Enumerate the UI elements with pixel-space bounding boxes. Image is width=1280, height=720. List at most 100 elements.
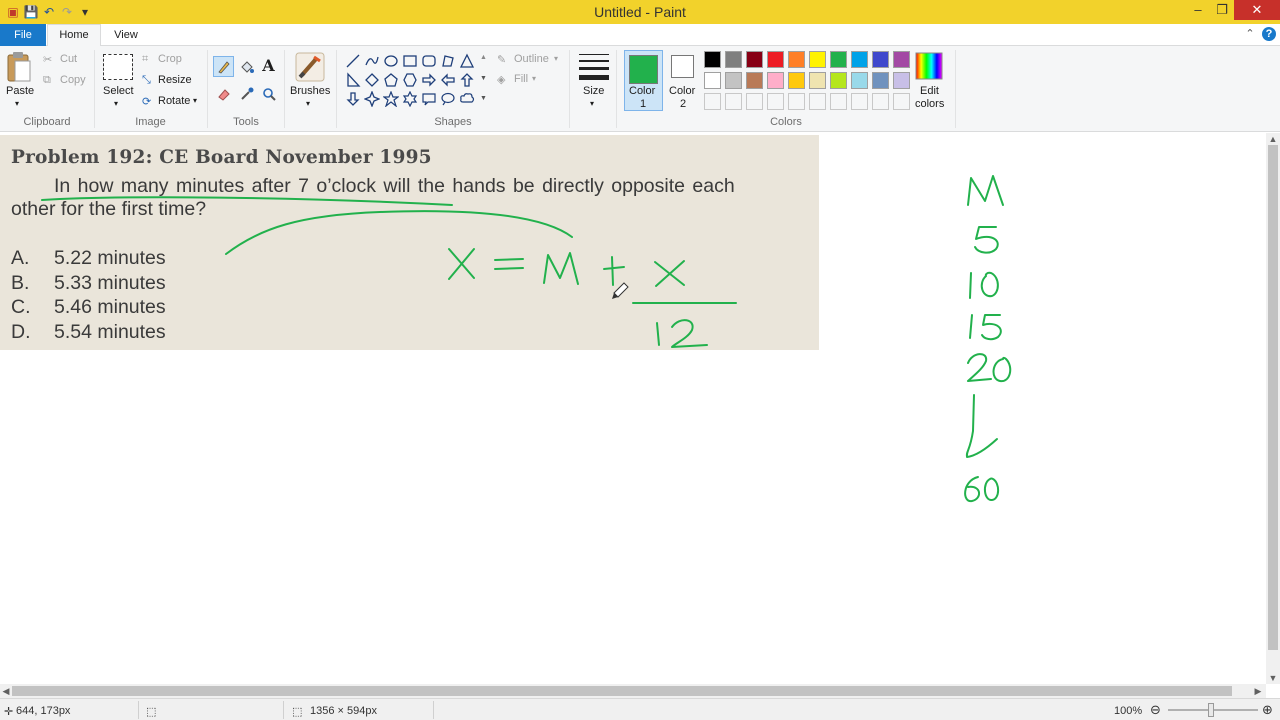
custom-color-slot[interactable] (767, 93, 784, 110)
fill-bucket-icon[interactable] (236, 56, 257, 77)
brushes-button[interactable]: Brushes (290, 85, 330, 97)
palette-color-swatch[interactable] (788, 51, 805, 68)
magnifier-icon[interactable] (258, 83, 279, 104)
cut-button[interactable]: Cut (60, 53, 77, 65)
size-dropdown-icon[interactable]: ▾ (590, 99, 594, 108)
cloud-callout-shape-icon[interactable] (458, 90, 476, 108)
fill-button[interactable]: Fill (514, 73, 528, 85)
right-arrow-shape-icon[interactable] (420, 71, 438, 89)
zoom-slider-thumb[interactable] (1208, 703, 1214, 717)
help-icon[interactable]: ? (1262, 27, 1276, 41)
down-arrow-shape-icon[interactable] (344, 90, 362, 108)
palette-color-swatch[interactable] (830, 51, 847, 68)
up-arrow-shape-icon[interactable] (458, 71, 476, 89)
pentagon-shape-icon[interactable] (382, 71, 400, 89)
copy-button[interactable]: Copy (60, 74, 86, 86)
custom-color-slot[interactable] (893, 93, 910, 110)
tab-home[interactable]: Home (47, 24, 101, 47)
minimize-ribbon-icon[interactable]: ⌃ (1243, 27, 1257, 41)
custom-color-slot[interactable] (809, 93, 826, 110)
palette-color-swatch[interactable] (788, 72, 805, 89)
custom-color-slot[interactable] (725, 93, 742, 110)
palette-color-swatch[interactable] (725, 72, 742, 89)
six-point-star-shape-icon[interactable] (401, 90, 419, 108)
palette-color-swatch[interactable] (767, 72, 784, 89)
rotate-dropdown-icon[interactable]: ▾ (193, 96, 197, 105)
paste-dropdown-icon[interactable]: ▾ (15, 99, 19, 108)
palette-color-swatch[interactable] (830, 72, 847, 89)
maximize-button[interactable]: ❐ (1207, 0, 1237, 20)
palette-color-swatch[interactable] (872, 72, 889, 89)
hexagon-shape-icon[interactable] (401, 71, 419, 89)
brushes-icon[interactable] (294, 51, 326, 83)
palette-color-swatch[interactable] (809, 72, 826, 89)
custom-color-slot[interactable] (788, 93, 805, 110)
left-arrow-shape-icon[interactable] (439, 71, 457, 89)
palette-color-swatch[interactable] (893, 72, 910, 89)
tab-file[interactable]: File (0, 24, 46, 46)
custom-color-slot[interactable] (830, 93, 847, 110)
drawing-canvas[interactable]: Problem 192: CE Board November 1995 In h… (0, 133, 1266, 684)
resize-button[interactable]: Resize (158, 74, 192, 86)
scroll-right-icon[interactable]: ▶ (1252, 685, 1264, 697)
vertical-scroll-thumb[interactable] (1268, 145, 1278, 650)
five-point-star-shape-icon[interactable] (382, 90, 400, 108)
color-picker-icon[interactable] (236, 83, 257, 104)
fill-dropdown-icon[interactable]: ▾ (532, 74, 536, 83)
oval-callout-shape-icon[interactable] (439, 90, 457, 108)
shapes-scroll-down-icon[interactable]: ▼ (480, 75, 487, 82)
curve-shape-icon[interactable] (363, 52, 381, 70)
outline-button[interactable]: Outline (514, 53, 549, 65)
scroll-up-icon[interactable]: ▲ (1267, 133, 1279, 145)
color2-selector[interactable] (666, 54, 699, 78)
palette-color-swatch[interactable] (893, 51, 910, 68)
scroll-down-icon[interactable]: ▼ (1267, 672, 1279, 684)
zoom-slider[interactable] (1168, 703, 1258, 717)
triangle-shape-icon[interactable] (458, 52, 476, 70)
shapes-scroll-up-icon[interactable]: ▲ (480, 54, 487, 61)
rounded-callout-shape-icon[interactable] (420, 90, 438, 108)
paste-button[interactable]: Paste (6, 85, 34, 97)
horizontal-scroll-thumb[interactable] (12, 686, 1232, 696)
brushes-dropdown-icon[interactable]: ▾ (306, 99, 310, 108)
rotate-button[interactable]: Rotate (158, 95, 190, 107)
close-button[interactable]: ✕ (1234, 0, 1280, 20)
palette-color-swatch[interactable] (767, 51, 784, 68)
scroll-left-icon[interactable]: ◀ (0, 685, 12, 697)
paste-icon[interactable] (6, 50, 32, 84)
select-button[interactable]: Select (103, 85, 134, 97)
crop-button[interactable]: Crop (158, 53, 182, 65)
edit-colors-label-line1[interactable]: Edit (920, 85, 939, 97)
palette-color-swatch[interactable] (872, 51, 889, 68)
pencil-icon[interactable] (213, 56, 234, 77)
four-point-star-shape-icon[interactable] (363, 90, 381, 108)
palette-color-swatch[interactable] (704, 51, 721, 68)
custom-color-slot[interactable] (872, 93, 889, 110)
line-shape-icon[interactable] (344, 52, 362, 70)
eraser-icon[interactable] (213, 83, 234, 104)
zoom-out-button[interactable]: ⊖ (1150, 702, 1161, 718)
palette-color-swatch[interactable] (809, 51, 826, 68)
palette-color-swatch[interactable] (746, 51, 763, 68)
rectangle-shape-icon[interactable] (401, 52, 419, 70)
tab-view[interactable]: View (108, 24, 144, 46)
rounded-rectangle-shape-icon[interactable] (420, 52, 438, 70)
custom-color-slot[interactable] (704, 93, 721, 110)
custom-color-slot[interactable] (851, 93, 868, 110)
vertical-scrollbar[interactable]: ▲ ▼ (1266, 133, 1280, 684)
palette-color-swatch[interactable] (725, 51, 742, 68)
polygon-shape-icon[interactable] (439, 52, 457, 70)
diamond-shape-icon[interactable] (363, 71, 381, 89)
shapes-more-icon[interactable]: ▼ (480, 95, 487, 102)
right-triangle-shape-icon[interactable] (344, 71, 362, 89)
horizontal-scrollbar[interactable]: ◀ ▶ (0, 684, 1266, 698)
size-button[interactable]: Size (583, 85, 604, 97)
select-dropdown-icon[interactable]: ▾ (114, 99, 118, 108)
zoom-in-button[interactable]: ⊕ (1262, 702, 1273, 718)
oval-shape-icon[interactable] (382, 52, 400, 70)
palette-color-swatch[interactable] (704, 72, 721, 89)
palette-color-swatch[interactable] (851, 51, 868, 68)
palette-color-swatch[interactable] (851, 72, 868, 89)
select-icon[interactable] (103, 54, 133, 80)
outline-dropdown-icon[interactable]: ▾ (554, 54, 558, 63)
